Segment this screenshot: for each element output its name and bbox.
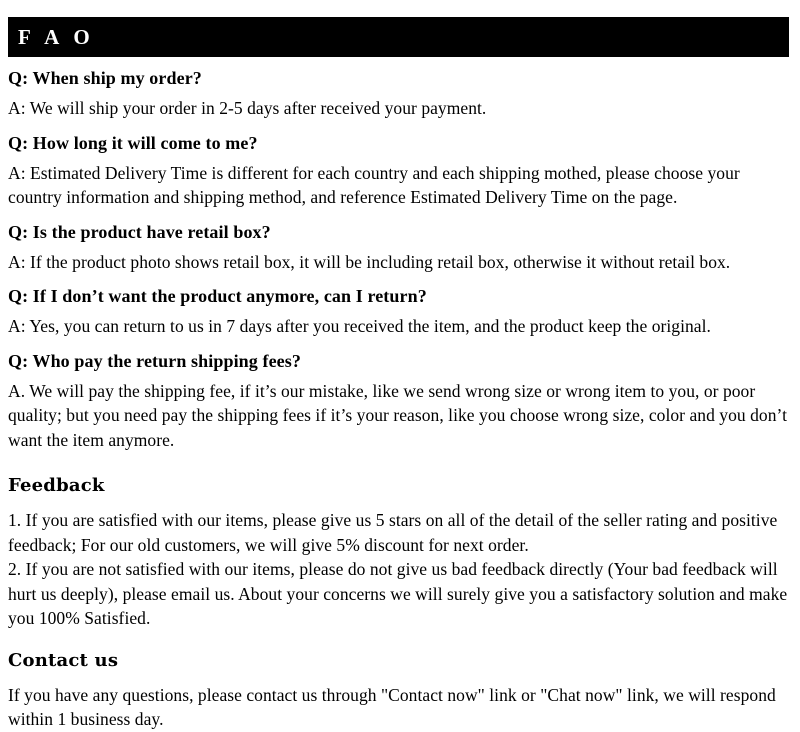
faq-question: Q: If I don’t want the product anymore, … [8,286,427,306]
feedback-heading: Feedback [8,475,105,496]
faq-item: Q: If I don’t want the product anymore, … [8,284,790,339]
faq-answer: A: Yes, you can return to us in 7 days a… [8,316,711,336]
faq-question: Q: When ship my order? [8,68,202,88]
faq-answer: A: Estimated Delivery Time is different … [8,162,740,208]
contact-text: If you have any questions, please contac… [8,684,776,730]
faq-content: Q: When ship my order? A: We will ship y… [8,66,790,732]
faq-page: F A O Q: When ship my order? A: We will … [0,0,800,729]
page-title: F A O [18,24,95,49]
faq-item: Q: Who pay the return shipping fees? A. … [8,349,790,453]
contact-section: Contact us If you have any questions, pl… [8,649,790,732]
feedback-section: Feedback 1. If you are satisfied with ou… [8,474,790,631]
feedback-list: 1. If you are satisfied with our items, … [8,508,790,631]
faq-question: Q: Is the product have retail box? [8,221,271,242]
feedback-item: 1. If you are satisfied with our items, … [8,510,778,555]
faq-title-bar: F A O [8,17,789,57]
faq-item: Q: How long it will come to me? A: Estim… [8,131,790,210]
faq-answer: A. We will pay the shipping fee, if it’s… [8,380,788,450]
faq-question: Q: How long it will come to me? [8,132,258,153]
contact-heading: Contact us [8,649,119,671]
faq-answer: A: If the product photo shows retail box… [8,251,731,272]
feedback-item: 2. If you are not satisfied with our ite… [8,559,788,628]
faq-answer: A: We will ship your order in 2-5 days a… [8,98,487,118]
faq-item: Q: When ship my order? A: We will ship y… [8,66,790,121]
faq-question: Q: Who pay the return shipping fees? [8,350,301,371]
faq-item: Q: Is the product have retail box? A: If… [8,220,790,275]
